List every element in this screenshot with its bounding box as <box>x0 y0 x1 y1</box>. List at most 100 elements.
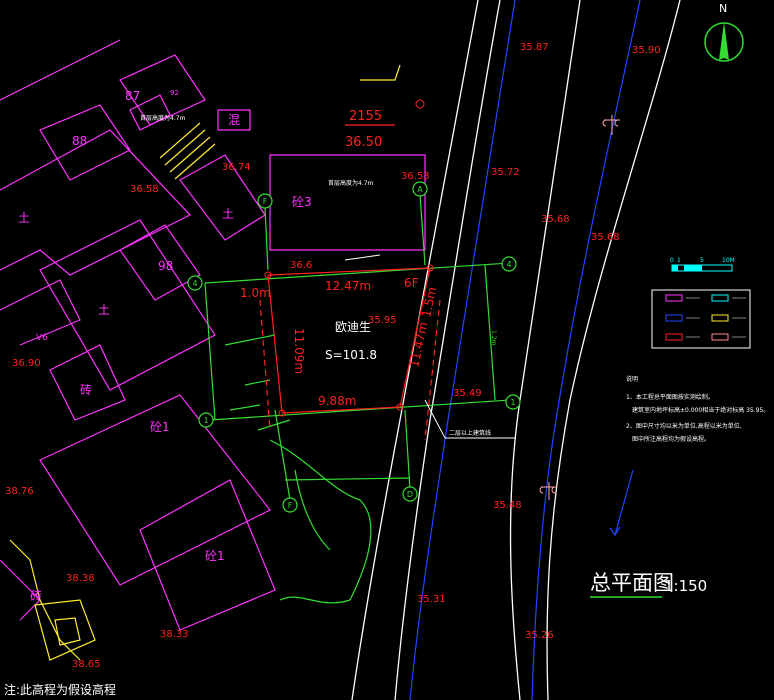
site-plan-drawing: N 0 1 5 10M 35.87 35.90 35.72 35.68 35.6… <box>0 0 774 700</box>
axis-label-f-top: F <box>263 197 268 206</box>
site-area: S=101.8 <box>325 348 377 362</box>
leader-stair <box>344 254 381 261</box>
elev-e9: 36.6 <box>290 260 312 271</box>
stairs <box>9 64 401 661</box>
cad-drawing-svg: N 0 1 5 10M 35.87 35.90 35.72 35.68 35.6… <box>0 0 769 700</box>
lamp-icon-1 <box>602 115 620 135</box>
axis-f-upper <box>264 207 269 271</box>
road-edges <box>351 0 681 700</box>
site-owner: 欧迪生 <box>335 320 371 334</box>
buildings <box>0 39 426 631</box>
scale-t1: 1 <box>677 257 681 264</box>
scale-t3: 10M <box>722 257 735 264</box>
north-label: N <box>719 2 727 15</box>
bldg-label-b11: 98 <box>158 259 173 273</box>
elev-e18: 38.33 <box>160 629 189 640</box>
dim-d5: 1.5m <box>419 286 439 319</box>
legend-notes: 说明 1、本工程总平面图按实测绘制。 建筑室内地坪标高±0.000相当于绝对标高… <box>626 375 769 443</box>
stair-marks <box>159 122 216 180</box>
bldg-label-b14: V6 <box>36 333 48 343</box>
bldg-label-b5: 土 <box>98 303 110 317</box>
title-scale: 1:150 <box>664 577 707 595</box>
dim-d1: 12.47m <box>325 279 371 293</box>
slope-curve <box>269 439 372 604</box>
scale-t2: 5 <box>700 257 704 264</box>
elev-e17: 38.38 <box>66 573 95 584</box>
elev-e12: 35.48 <box>493 500 522 511</box>
note-n1: 首层高度为4.7m <box>140 114 186 122</box>
legend <box>651 289 751 349</box>
bldg-label-b8: 砖 <box>30 588 42 603</box>
axis-line-1 <box>209 399 511 421</box>
dim-bottom <box>284 477 411 481</box>
axis-label-f-bottom: F <box>288 501 293 510</box>
bldg-label-b12: 87 <box>125 89 140 103</box>
elev-e6: 36.53 <box>401 171 430 182</box>
road-edge-right <box>509 0 581 700</box>
elev-e3: 35.72 <box>491 167 520 178</box>
scale-bar-seg1 <box>672 265 678 271</box>
compass: N <box>704 2 744 62</box>
bldg-label-b10: 88 <box>72 134 87 148</box>
fraction-bottom: 36.50 <box>345 135 382 150</box>
elev-e10: 35.95 <box>368 315 397 326</box>
north-arrow-icon <box>719 22 729 60</box>
bldg-label-b7: 砖 <box>80 382 92 397</box>
elev-e5: 35.68 <box>591 232 620 243</box>
legend-text-lines <box>686 297 746 338</box>
slope-curve-2 <box>294 469 331 551</box>
elev-e16: 38.76 <box>5 486 34 497</box>
fence-mark <box>360 64 401 81</box>
notes-line2: 建筑室内地坪标高±0.000相当于绝对标高 35.95。 <box>632 406 769 414</box>
elev-e19: 38.65 <box>72 659 101 670</box>
elev-e7: 36.74 <box>222 162 251 173</box>
legend-swatch-river <box>665 314 683 322</box>
bldg-label-b6: 土 <box>18 211 30 225</box>
elev-e4: 35.68 <box>541 214 570 225</box>
notes-line4: 图中所注高程均为假设高程。 <box>632 435 710 443</box>
note-n2: 首层高度为4.7m <box>328 179 374 187</box>
bldg-label-b3: 砼1 <box>205 549 225 563</box>
road-edge-far <box>546 0 681 700</box>
boundary-left <box>204 282 216 421</box>
axis-label-1-right: 1 <box>510 398 515 407</box>
bldg-label-b2: 砼1 <box>150 420 170 434</box>
dim-d7: 6F <box>404 276 419 290</box>
legend-swatch-4 <box>711 314 729 322</box>
axis-a <box>419 194 426 266</box>
elev-e8: 36.58 <box>130 184 159 195</box>
scale-bar-seg2 <box>684 265 702 271</box>
note-n3: 二层以上建筑线 <box>449 429 491 437</box>
axis-label-d: D <box>407 490 413 499</box>
title-main: 总平面图 <box>590 571 674 595</box>
bldg-label-b13: 92 <box>170 89 179 97</box>
flow-arrow <box>614 469 634 536</box>
fraction-top: 2155 <box>349 109 382 124</box>
bldg-label-b9: 混 <box>228 113 240 127</box>
elev-e14: 35.26 <box>525 630 554 641</box>
dim-d8: 1.2m <box>490 330 497 346</box>
bottom-note: 注:此高程为假设高程 <box>4 682 116 697</box>
notes-line1: 1、本工程总平面图按实测绘制。 <box>626 393 714 401</box>
survey-dash-left <box>259 299 271 431</box>
elev-e13: 35.31 <box>417 594 446 605</box>
legend-swatch-building <box>665 294 683 302</box>
bldg-label-b4: 土 <box>222 207 234 221</box>
lamp-icon-2 <box>539 482 557 500</box>
dim-d3: 11.09m <box>292 328 306 374</box>
axis-label-1-left: 1 <box>203 416 208 425</box>
elev-e11: 35.49 <box>453 388 482 399</box>
elev-e15: 36.90 <box>12 358 41 369</box>
axis-label-4-left: 4 <box>192 279 197 288</box>
elev-e2: 35.90 <box>632 45 661 56</box>
scale-t0: 0 <box>670 257 674 264</box>
elev-e1: 35.87 <box>520 42 549 53</box>
dim-d6: 9.88m <box>318 394 356 408</box>
axis-label-4-right: 4 <box>506 260 511 269</box>
bldg-edge <box>0 39 121 101</box>
dim-d4: 11.47m <box>407 321 430 369</box>
scale-bar: 0 1 5 10M <box>670 257 735 272</box>
legend-frame <box>651 289 751 349</box>
legend-swatch-6 <box>711 333 729 341</box>
notes-line3: 2、图中尺寸均以米为单位,高程以米为单位, <box>626 422 742 430</box>
